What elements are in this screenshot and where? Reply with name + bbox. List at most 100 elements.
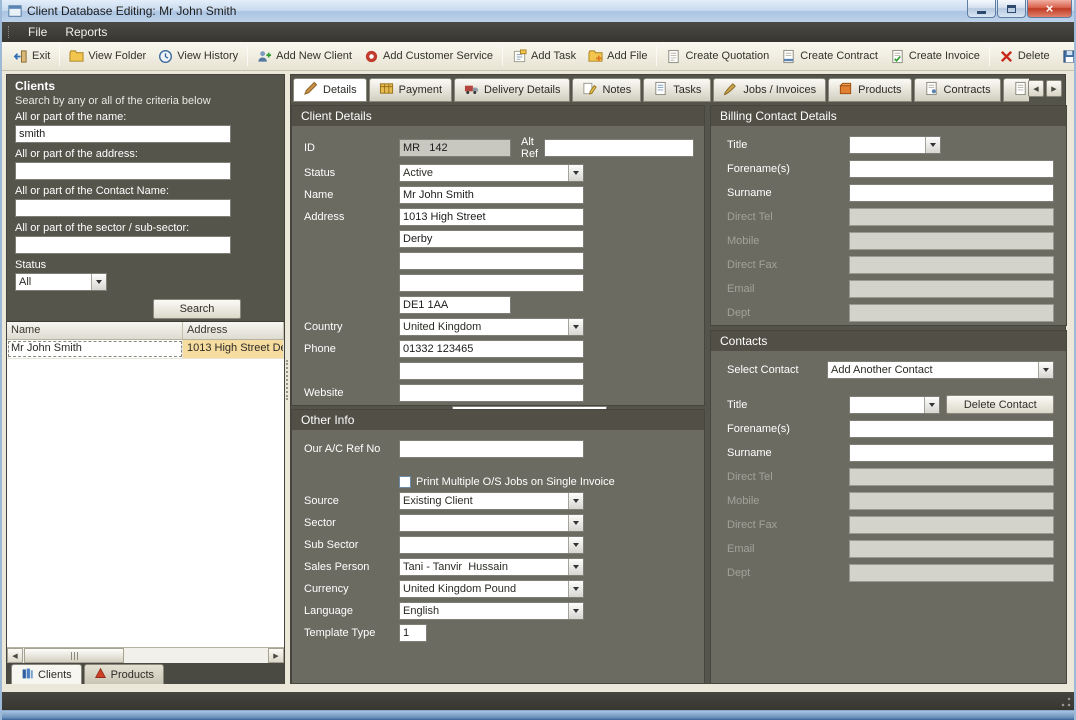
client-status-dropdown[interactable]: Active xyxy=(399,164,584,182)
toolbar-add-file-button[interactable]: Add File xyxy=(582,45,653,68)
alt-ref-field[interactable] xyxy=(544,139,694,157)
tab-products-left[interactable]: Products xyxy=(84,664,164,684)
customer-service-icon xyxy=(364,49,379,64)
name-field[interactable] xyxy=(399,186,584,204)
sales-person-dropdown[interactable]: Tani - Tanvir Hussain xyxy=(399,558,584,576)
tab-tasks[interactable]: Tasks xyxy=(643,78,711,102)
scrollbar-track[interactable] xyxy=(124,648,268,663)
sector-dropdown[interactable] xyxy=(399,514,584,532)
address-line3-field[interactable] xyxy=(399,252,584,270)
tab-scroll-right-button[interactable]: ▶ xyxy=(1046,80,1062,97)
billing-title-dropdown[interactable] xyxy=(849,136,941,154)
result-name-cell[interactable]: Mr John Smith xyxy=(7,340,183,358)
details-icon xyxy=(303,81,318,99)
tab-payment[interactable]: Payment xyxy=(369,78,452,102)
select-contact-dropdown[interactable]: Add Another Contact xyxy=(827,361,1054,379)
billing-surname-field[interactable] xyxy=(849,184,1054,202)
billing-surname-label: Surname xyxy=(727,187,849,199)
chevron-down-icon xyxy=(924,397,939,413)
id-field xyxy=(399,139,511,157)
toolbar-create-contract-button[interactable]: Create Contract xyxy=(775,45,884,68)
maximize-button[interactable] xyxy=(997,0,1026,18)
tab-clients[interactable]: Clients xyxy=(11,664,82,684)
titlebar: Client Database Editing: Mr John Smith × xyxy=(2,0,1076,22)
toolbar-create-invoice-button[interactable]: Create Invoice xyxy=(884,45,986,68)
delete-contact-button[interactable]: Delete Contact xyxy=(946,395,1054,414)
contact-surname-field[interactable] xyxy=(849,444,1054,462)
toolbar-add-customer-service-button[interactable]: Add Customer Service xyxy=(358,45,499,68)
close-icon: × xyxy=(1046,1,1054,16)
client-detail-panel: Details Payment Delivery Details Notes T… xyxy=(290,74,1066,684)
tab-contracts[interactable]: Contracts xyxy=(914,78,1001,102)
toolbar-view-history-button[interactable]: View History xyxy=(152,45,244,68)
tab-scroll-left-button[interactable]: ◀ xyxy=(1028,80,1044,97)
phone1-field[interactable] xyxy=(399,340,584,358)
search-address-input[interactable] xyxy=(15,162,231,180)
contact-forenames-field[interactable] xyxy=(849,420,1054,438)
app-window: Client Database Editing: Mr John Smith ×… xyxy=(0,0,1076,720)
search-button[interactable]: Search xyxy=(153,299,241,319)
tab-quotations[interactable]: Quotati xyxy=(1003,78,1029,102)
website-field[interactable] xyxy=(399,384,584,402)
toolbar-separator xyxy=(989,46,990,66)
currency-dropdown[interactable]: United Kingdom Pound xyxy=(399,580,584,598)
table-row[interactable]: Mr John Smith 1013 High Street Derb xyxy=(7,340,284,359)
address-line4-field[interactable] xyxy=(399,274,584,292)
language-dropdown[interactable]: English xyxy=(399,602,584,620)
delivery-icon xyxy=(464,81,479,99)
tab-details[interactable]: Details xyxy=(293,78,367,102)
sub-sector-dropdown[interactable] xyxy=(399,536,584,554)
scroll-left-icon[interactable]: ◀ xyxy=(7,648,23,663)
contact-title-dropdown[interactable] xyxy=(849,396,940,414)
search-name-input[interactable] xyxy=(15,125,231,143)
search-name-label: All or part of the name: xyxy=(15,111,277,123)
toolbar-delete-button[interactable]: Delete xyxy=(993,45,1056,68)
billing-email-field xyxy=(849,280,1054,298)
toolbar-exit-button[interactable]: Exit xyxy=(7,45,56,68)
resize-grip[interactable] xyxy=(1061,697,1071,707)
tab-notes[interactable]: Notes xyxy=(572,78,641,102)
tab-delivery-details[interactable]: Delivery Details xyxy=(454,78,570,102)
billing-forenames-field[interactable] xyxy=(849,160,1054,178)
maximize-icon xyxy=(1007,5,1016,13)
ac-ref-field[interactable] xyxy=(399,440,584,458)
address-line1-field[interactable] xyxy=(399,208,584,226)
menu-grip xyxy=(8,26,11,38)
search-contact-input[interactable] xyxy=(15,199,231,217)
contracts-icon xyxy=(924,81,939,99)
toolbar-create-quotation-button[interactable]: Create Quotation xyxy=(660,45,775,68)
website-label: Website xyxy=(304,387,399,399)
add-client-icon xyxy=(257,49,272,64)
menu-reports[interactable]: Reports xyxy=(56,23,116,41)
postcode-field[interactable] xyxy=(399,296,511,314)
toolbar-add-new-client-button[interactable]: Add New Client xyxy=(251,45,358,68)
print-multiple-jobs-checkbox[interactable] xyxy=(399,476,411,488)
minimize-icon xyxy=(977,11,986,14)
column-header-name[interactable]: Name xyxy=(7,322,183,339)
country-dropdown[interactable]: United Kingdom xyxy=(399,318,584,336)
menu-file[interactable]: File xyxy=(19,23,56,41)
menubar: File Reports xyxy=(2,22,1074,42)
status-filter-dropdown[interactable]: All xyxy=(15,273,107,291)
tab-products[interactable]: Products xyxy=(828,78,911,102)
template-type-field[interactable] xyxy=(399,624,427,642)
contacts-group: Contacts Select Contact Add Another Cont… xyxy=(710,330,1067,684)
toolbar-view-folder-button[interactable]: View Folder xyxy=(63,45,152,68)
toolbar-update-button[interactable]: Update xyxy=(1056,45,1076,68)
tab-jobs-invoices[interactable]: Jobs / Invoices xyxy=(713,78,826,102)
source-dropdown[interactable]: Existing Client xyxy=(399,492,584,510)
scroll-right-icon[interactable]: ▶ xyxy=(268,648,284,663)
scrollbar-thumb[interactable] xyxy=(24,648,124,663)
minimize-button[interactable] xyxy=(967,0,996,18)
toolbar-add-task-button[interactable]: Add Task xyxy=(506,45,582,68)
search-sector-input[interactable] xyxy=(15,236,231,254)
address-line2-field[interactable] xyxy=(399,230,584,248)
results-horizontal-scrollbar[interactable]: ◀ ▶ xyxy=(7,647,284,663)
phone2-field[interactable] xyxy=(399,362,584,380)
result-address-cell[interactable]: 1013 High Street Derb xyxy=(183,340,284,358)
billing-mobile-field xyxy=(849,232,1054,250)
column-header-address[interactable]: Address xyxy=(183,322,284,339)
close-button[interactable]: × xyxy=(1027,0,1072,18)
group-title: Other Info xyxy=(292,410,704,430)
contact-email-field xyxy=(849,540,1054,558)
